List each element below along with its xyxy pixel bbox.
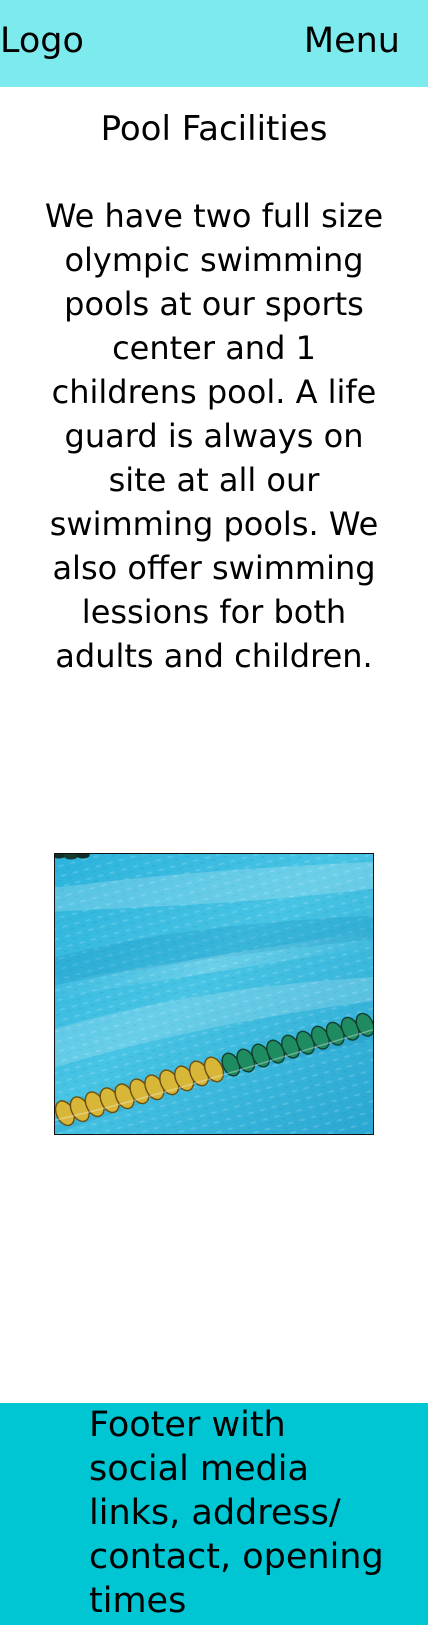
site-header: Logo Menu <box>0 0 428 87</box>
site-footer: Footer with social media links, address/… <box>0 1403 428 1625</box>
menu-button[interactable]: Menu <box>304 16 400 66</box>
logo[interactable]: Logo <box>0 16 84 66</box>
page-title: Pool Facilities <box>100 109 328 149</box>
footer-info: Footer with social media links, address/… <box>89 1405 384 1621</box>
pool-description: We have two full size olympic swimming p… <box>44 197 384 675</box>
pool-image <box>54 853 374 1135</box>
